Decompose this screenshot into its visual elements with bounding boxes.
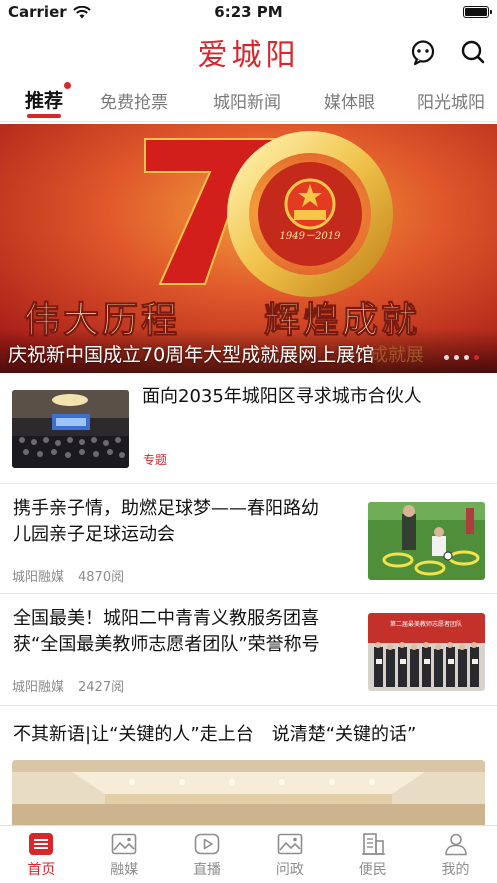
article-title-line: 儿园亲子足球运动会 [13, 524, 175, 545]
home-list-icon [29, 833, 54, 855]
chat-button[interactable] [409, 38, 437, 66]
tabbar-item-media[interactable]: 融媒 [83, 826, 166, 883]
article-card[interactable]: 携手亲子情，助燃足球梦——春阳路幼 儿园亲子足球运动会 城阳融媒 4870阅 [0, 484, 497, 594]
app-header: 爱城阳 [0, 26, 497, 78]
article-meta: 城阳融媒 2427阅 [12, 676, 124, 695]
tabbar-label: 便民 [358, 862, 387, 878]
tabbar-label: 融媒 [110, 862, 139, 878]
tab-label: 城阳新闻 [213, 93, 281, 113]
tab-label: 阳光城阳 [417, 93, 485, 113]
active-tab-underline [27, 114, 62, 118]
tabbar-label: 首页 [27, 862, 56, 878]
tab-label: 免费抢票 [100, 93, 168, 113]
chat-icon [411, 40, 435, 66]
category-tabs: 推荐 免费抢票 城阳新闻 媒体眼 阳光城阳 [0, 80, 497, 122]
article-source: 城阳融媒 [12, 570, 65, 585]
article-title-line: 携手亲子情，助燃足球梦——春阳路幼 [13, 498, 319, 519]
article-meta: 城阳融媒 4870阅 [12, 566, 124, 585]
tab-chengyang-news[interactable]: 城阳新闻 [213, 88, 281, 113]
article-reads: 4870阅 [78, 570, 125, 585]
tabbar-item-profile[interactable]: 我的 [414, 826, 497, 883]
carousel-dot [444, 355, 449, 360]
carousel-dot [464, 355, 469, 360]
article-title: 面向2035年城阳区寻求城市合伙人 [142, 386, 422, 407]
article-tag: 专题 [143, 453, 168, 467]
notification-dot [64, 82, 72, 89]
article-title-line: 全国最美！城阳二中青青义教服务团喜 [13, 608, 319, 629]
tabbar-item-live[interactable]: 直播 [166, 826, 249, 883]
banner-caption: 庆祝新中国成立70周年大型成就展网上展馆 [8, 344, 375, 366]
image-icon [111, 833, 137, 855]
battery-icon [463, 6, 492, 18]
bottom-tab-bar: 首页 融媒 直播 问政 便民 我的 [0, 825, 497, 883]
carousel-dots [444, 355, 479, 360]
article-large-image [12, 760, 485, 830]
play-icon [194, 833, 220, 855]
building-icon [361, 833, 385, 855]
carousel-dot-active [474, 355, 479, 360]
image-icon [277, 833, 303, 855]
search-icon [461, 40, 485, 64]
status-time: 6:23 PM [214, 3, 283, 21]
tabbar-label: 问政 [275, 862, 304, 878]
article-thumbnail [368, 502, 485, 580]
person-icon [444, 833, 467, 856]
article-thumbnail: 第二届最美教师志愿者团队 [368, 613, 485, 691]
banner-image: 1949－2019 伟大历程 辉煌成就 成就展 [0, 124, 497, 373]
tabbar-item-inquiry[interactable]: 问政 [248, 826, 331, 883]
tab-sunshine-chengyang[interactable]: 阳光城阳 [417, 88, 485, 113]
thumbnail-banner-text: 第二届最美教师志愿者团队 [390, 620, 462, 628]
search-button[interactable] [459, 38, 487, 66]
tab-label: 推荐 [25, 90, 64, 112]
article-reads: 2427阅 [78, 680, 125, 695]
article-source: 城阳融媒 [12, 680, 65, 695]
tab-label: 媒体眼 [324, 93, 375, 113]
carousel-dot [454, 355, 459, 360]
article-card[interactable]: 不其新语|让“关键的人”走上台 说清楚“关键的话” [0, 706, 497, 830]
tabbar-label: 我的 [441, 862, 470, 878]
status-bar: Carrier 6:23 PM [0, 0, 497, 24]
banner-years: 1949－2019 [280, 231, 342, 242]
tabbar-item-home[interactable]: 首页 [0, 826, 83, 883]
tabbar-label: 直播 [193, 862, 222, 878]
tab-free-tickets[interactable]: 免费抢票 [100, 88, 168, 113]
banner-carousel[interactable]: 1949－2019 伟大历程 辉煌成就 成就展 庆祝新中国成立70周年大型成就展… [0, 124, 497, 373]
tab-media-eye[interactable]: 媒体眼 [324, 88, 375, 113]
tab-recommend[interactable]: 推荐 [25, 82, 72, 118]
article-title-line: 获“全国最美教师志愿者团队”荣誉称号 [13, 634, 320, 655]
tabbar-item-services[interactable]: 便民 [331, 826, 414, 883]
article-title: 不其新语|让“关键的人”走上台 说清楚“关键的话” [13, 724, 417, 745]
article-card[interactable]: 全国最美！城阳二中青青义教服务团喜 获“全国最美教师志愿者团队”荣誉称号 城阳融… [0, 594, 497, 706]
banner-faded-text: 成就展 [370, 345, 424, 366]
article-card[interactable]: 面向2035年城阳区寻求城市合伙人 专题 [0, 374, 497, 484]
article-thumbnail [12, 390, 129, 468]
